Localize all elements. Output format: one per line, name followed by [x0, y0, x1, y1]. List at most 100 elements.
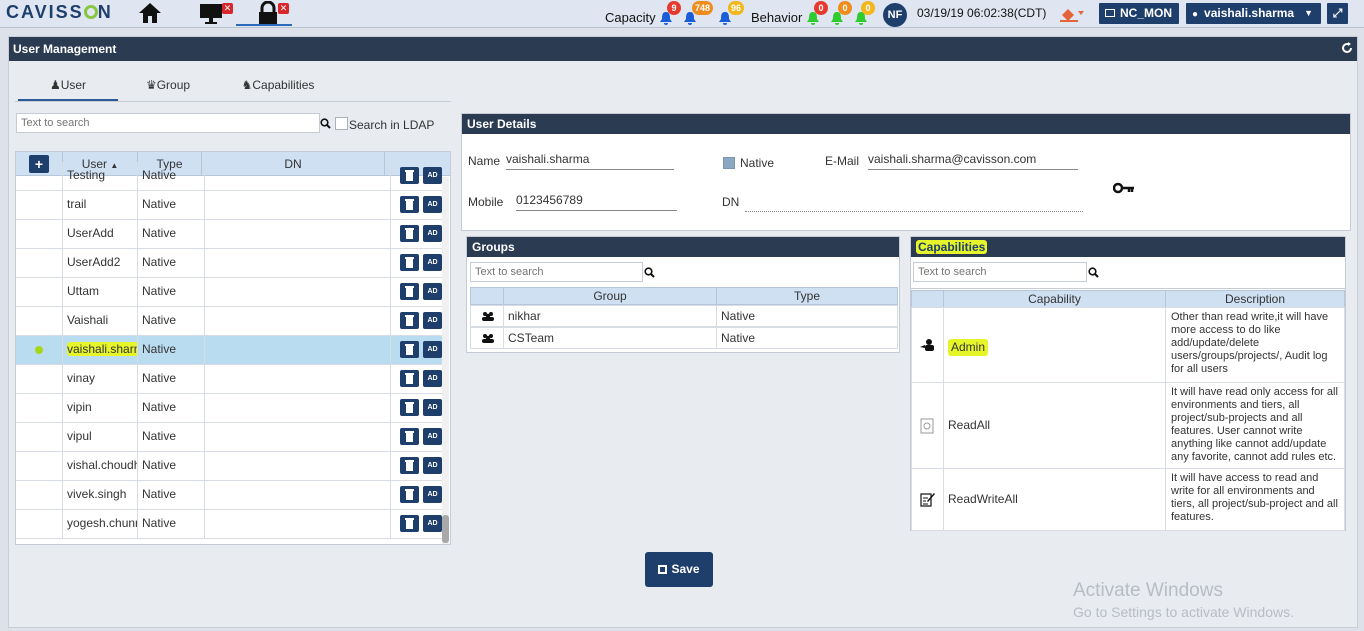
group-search-input[interactable] [470, 262, 643, 282]
monitor-nav[interactable]: ✕ [196, 0, 236, 26]
user-menu-button[interactable]: ● vaishali.sharma ▼ [1186, 3, 1321, 24]
table-row[interactable]: vinay Native AD [16, 365, 442, 394]
table-row[interactable]: trail Native AD [16, 191, 442, 220]
scrollbar-thumb[interactable] [442, 515, 449, 543]
cavisson-logo[interactable]: CAVISS N [6, 2, 113, 23]
name-field[interactable]: vaishali.sharma [506, 152, 674, 170]
delete-user-button[interactable] [400, 486, 419, 503]
save-button[interactable]: Save [645, 552, 713, 587]
ad-sync-button[interactable]: AD [423, 225, 442, 242]
capability-row-readwriteall[interactable] [911, 468, 944, 531]
user-dn-cell [205, 220, 391, 249]
user-dn-cell [205, 191, 391, 220]
capability-name: Admin [948, 339, 989, 356]
column-header-group-type[interactable]: Type [716, 287, 898, 305]
ad-sync-button[interactable]: AD [423, 254, 442, 271]
ad-sync-button[interactable]: AD [423, 399, 442, 416]
column-header-capability[interactable]: Capability [943, 290, 1166, 308]
delete-user-button[interactable] [400, 312, 419, 329]
row-status-cell [16, 423, 63, 452]
email-field[interactable]: vaishali.sharma@cavisson.com [868, 152, 1078, 170]
ad-sync-button[interactable]: AD [423, 457, 442, 474]
ad-sync-button[interactable]: AD [423, 196, 442, 213]
native-checkbox[interactable] [723, 157, 735, 169]
table-row[interactable]: yogesh.chunnilalNative AD [16, 510, 442, 539]
mobile-field[interactable]: 0123456789 [516, 193, 677, 211]
table-row[interactable]: UserAdd Native AD [16, 220, 442, 249]
group-name-cell[interactable]: nikhar [503, 305, 717, 327]
capability-search-input[interactable] [913, 262, 1087, 282]
capability-name: ReadAll [948, 418, 991, 432]
capabilities-panel: Capabilities Capability Description Admi… [910, 236, 1346, 531]
user-type-cell: Native [138, 307, 205, 336]
trash-icon [405, 518, 414, 529]
home-nav[interactable] [136, 0, 164, 26]
ad-sync-button[interactable]: AD [423, 486, 442, 503]
table-row[interactable]: vipul Native AD [16, 423, 442, 452]
ad-sync-button[interactable]: AD [423, 341, 442, 358]
activate-windows-title: Activate Windows [1073, 580, 1223, 601]
paint-bucket-icon[interactable] [1058, 5, 1086, 23]
delete-user-button[interactable] [400, 196, 419, 213]
ad-sync-button[interactable]: AD [423, 312, 442, 329]
monitor-select-button[interactable]: NC_MON [1099, 3, 1179, 24]
search-ldap-checkbox[interactable] [335, 117, 348, 130]
user-search-input[interactable] [16, 113, 320, 133]
mobile-label: Mobile [468, 195, 504, 209]
column-header-group[interactable]: Group [503, 287, 717, 305]
ad-sync-button[interactable]: AD [423, 167, 442, 184]
user-type-cell: Native [138, 423, 205, 452]
tab-group[interactable]: ♛Group [136, 69, 200, 101]
fullscreen-button[interactable]: ⤢ [1327, 3, 1348, 24]
ad-sync-button[interactable]: AD [423, 283, 442, 300]
table-row[interactable]: vivek.singh Native AD [16, 481, 442, 510]
search-icon[interactable] [1088, 267, 1099, 278]
delete-user-button[interactable] [400, 370, 419, 387]
trash-icon [405, 402, 414, 413]
lock-nav[interactable]: ✕ [236, 0, 292, 26]
user-type-cell: Native [138, 394, 205, 423]
user-table-scrollbar[interactable] [442, 177, 449, 544]
table-row[interactable]: Testing Native AD [16, 162, 442, 191]
capability-row-admin[interactable] [911, 307, 944, 383]
table-row[interactable]: UserAdd2 Native AD [16, 249, 442, 278]
admin-icon [920, 339, 934, 351]
search-icon[interactable] [320, 118, 331, 129]
ad-sync-button[interactable]: AD [423, 515, 442, 532]
table-row[interactable]: Vaishali Native AD [16, 307, 442, 336]
table-row[interactable]: vipin Native AD [16, 394, 442, 423]
group-row-icon-cell[interactable] [470, 305, 504, 327]
avatar[interactable]: NF [883, 3, 907, 27]
group-row-icon-cell[interactable] [470, 327, 504, 349]
delete-user-button[interactable] [400, 341, 419, 358]
ad-sync-button[interactable]: AD [423, 428, 442, 445]
delete-user-button[interactable] [400, 399, 419, 416]
delete-user-button[interactable] [400, 167, 419, 184]
delete-user-button[interactable] [400, 515, 419, 532]
table-row[interactable]: vaishali.sharmaNative AD [16, 336, 442, 365]
delete-user-button[interactable] [400, 254, 419, 271]
dn-field[interactable] [745, 211, 1083, 212]
user-type-cell: Native [138, 452, 205, 481]
delete-user-button[interactable] [400, 225, 419, 242]
delete-user-button[interactable] [400, 457, 419, 474]
key-icon[interactable] [1113, 182, 1135, 194]
table-row[interactable]: Uttam Native AD [16, 278, 442, 307]
user-type-cell: Native [138, 336, 205, 365]
search-icon[interactable] [644, 267, 655, 278]
delete-user-button[interactable] [400, 283, 419, 300]
user-name-cell: vinay [63, 365, 138, 394]
refresh-icon[interactable] [1341, 42, 1353, 54]
column-header-description[interactable]: Description [1165, 290, 1345, 308]
capability-row-readall[interactable] [911, 382, 944, 469]
delete-user-button[interactable] [400, 428, 419, 445]
tab-user[interactable]: ♟User [18, 69, 118, 101]
trash-icon [405, 286, 414, 297]
capacity-label: Capacity [605, 10, 656, 25]
group-name-cell[interactable]: CSTeam [503, 327, 717, 349]
user-name-cell: vipul [63, 423, 138, 452]
tab-capabilities[interactable]: ♞Capabilities [236, 69, 320, 101]
trash-icon [405, 373, 414, 384]
table-row[interactable]: vishal.choudhuryNative AD [16, 452, 442, 481]
ad-sync-button[interactable]: AD [423, 370, 442, 387]
